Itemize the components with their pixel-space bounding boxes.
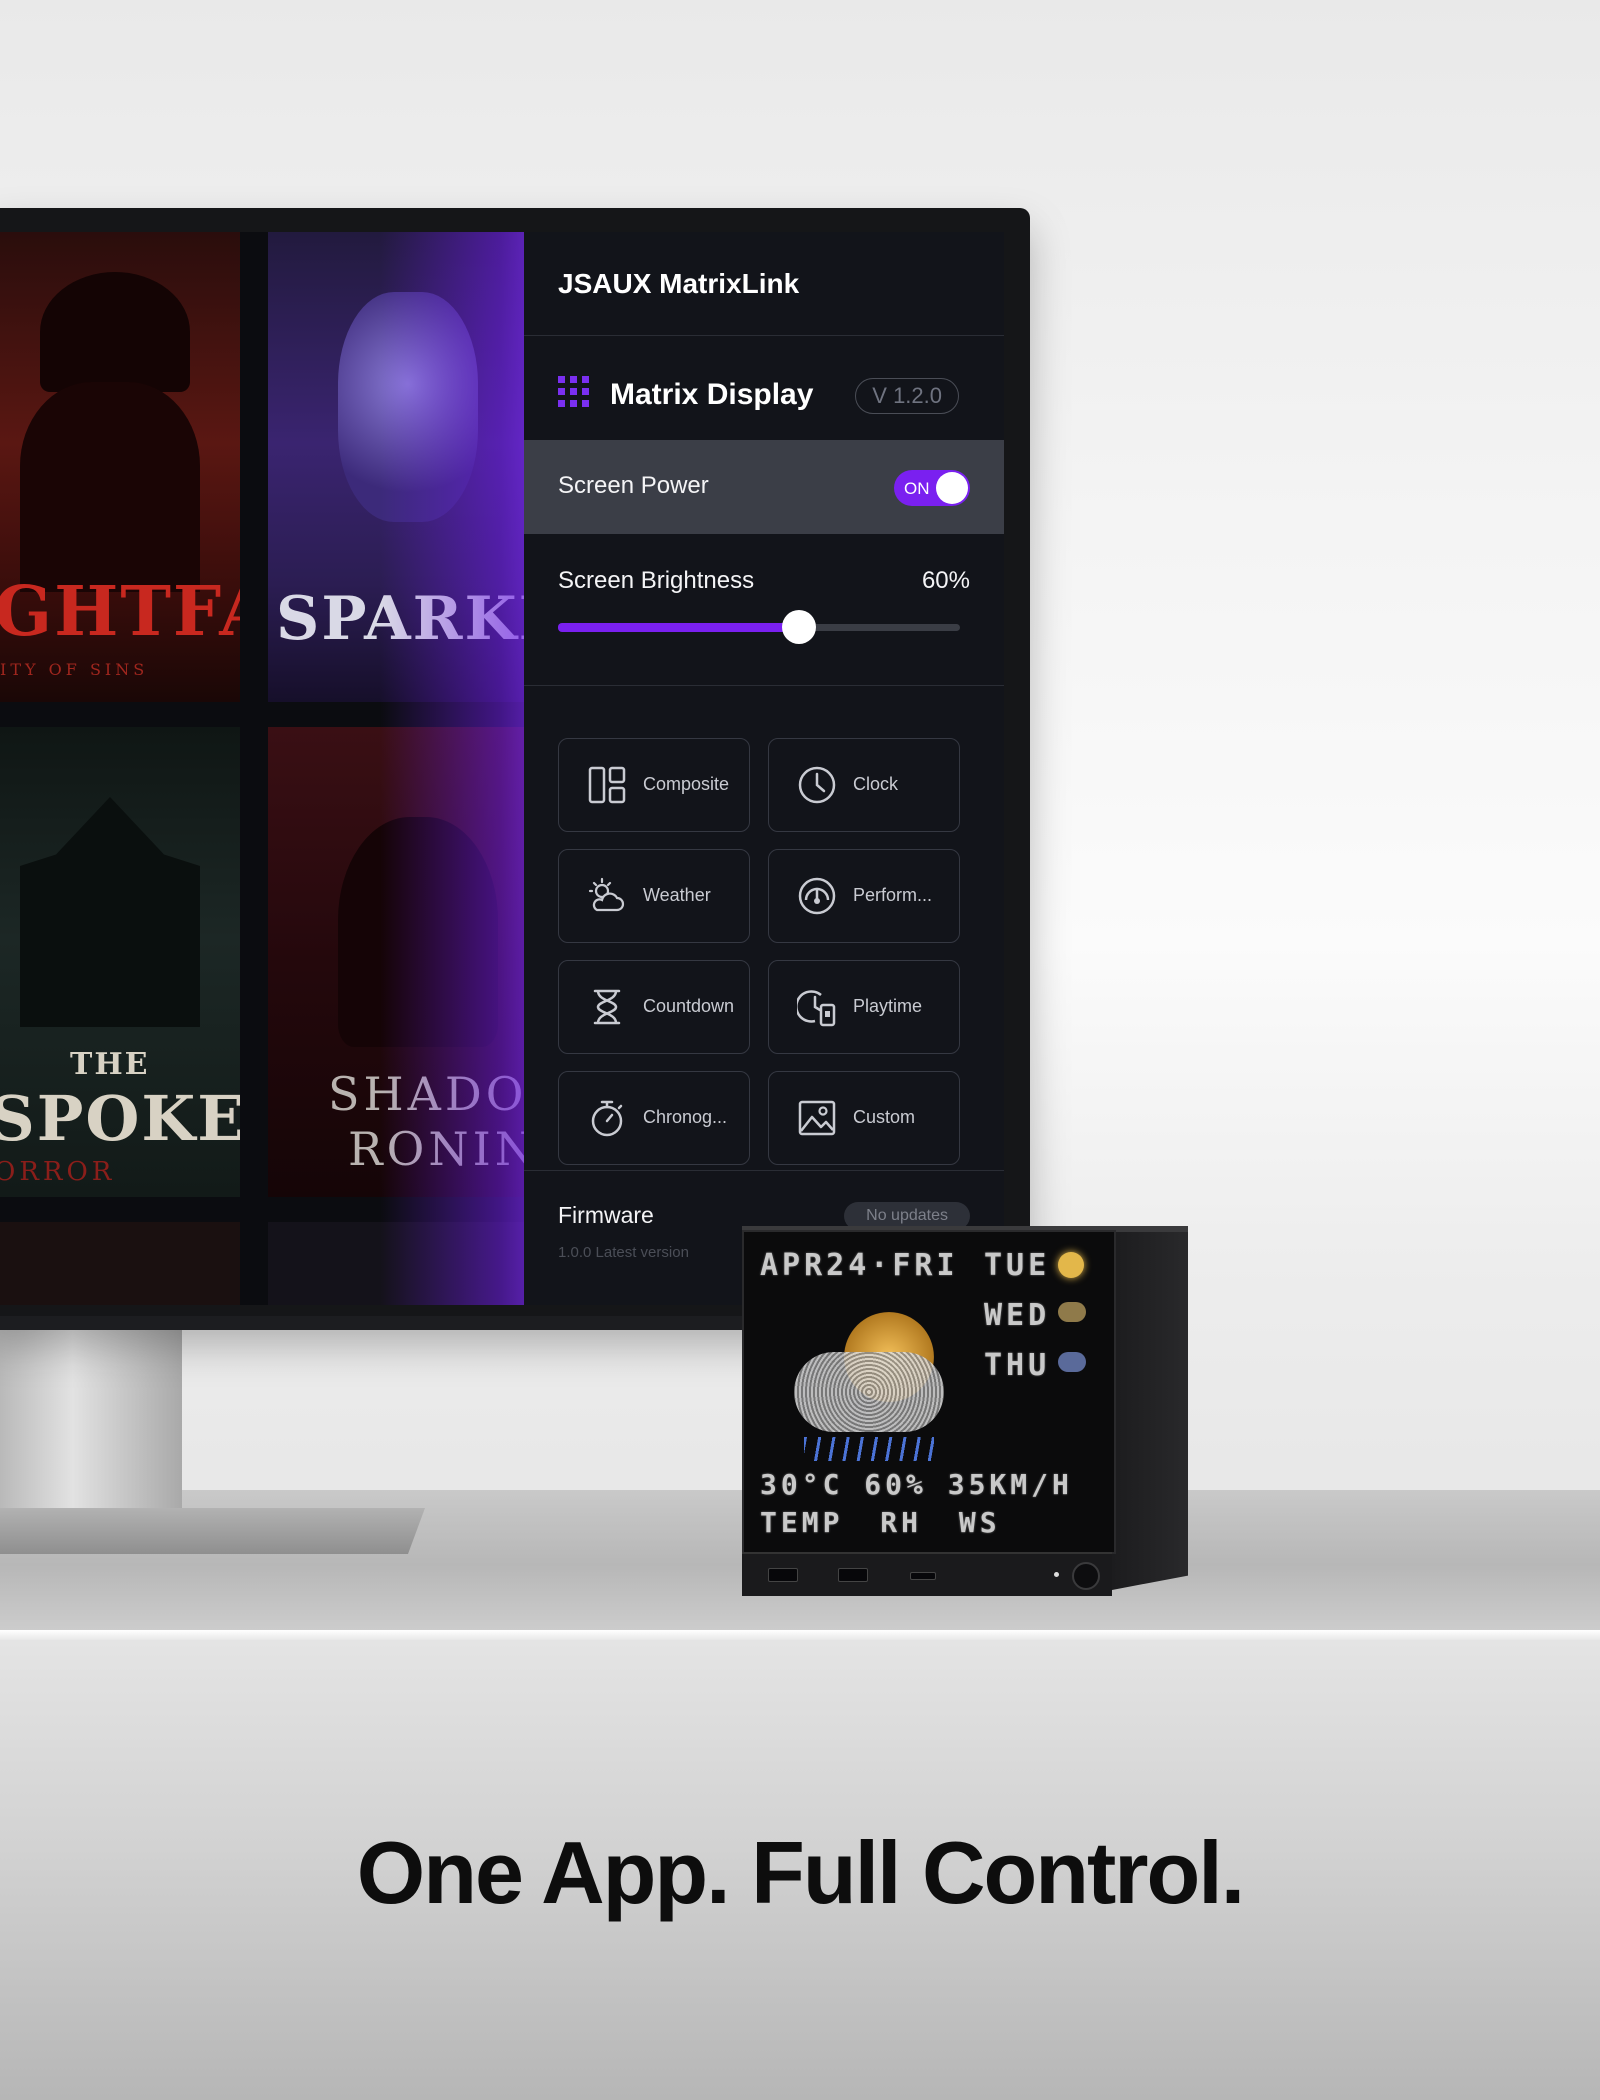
version-badge: V 1.2.0	[855, 378, 959, 414]
widget-chronograph-button[interactable]: Chronog...	[558, 1071, 750, 1165]
matrix-display-device: APR24·FRI TUE WED THU 30°C 60% 35KM/H TE…	[742, 1226, 1188, 1596]
stopwatch-icon	[591, 1100, 623, 1137]
widget-grid: Composite Clock Weather Perform... Count…	[558, 738, 960, 1165]
cloud-forecast-icon	[1058, 1302, 1086, 1322]
game-tile-row3-left[interactable]	[0, 1222, 240, 1305]
game-tile-unspoken[interactable]: THE SPOKEN ORROR	[0, 727, 240, 1197]
usb-port	[768, 1568, 798, 1582]
widget-label: Playtime	[853, 996, 923, 1016]
led-day-1: TUE	[984, 1248, 1051, 1283]
tagline: One App. Full Control.	[356, 1823, 1245, 1922]
led-day-3: THU	[984, 1348, 1051, 1383]
brightness-label: Screen Brightness	[558, 567, 755, 594]
usb-c-port	[910, 1572, 936, 1580]
widget-custom-button[interactable]: Custom	[768, 1071, 960, 1165]
firmware-label: Firmware	[558, 1202, 654, 1228]
widget-label: Composite	[643, 774, 730, 794]
mansion-shape	[20, 797, 200, 1027]
widget-label: Weather	[643, 885, 711, 905]
figure-shape	[20, 382, 200, 592]
toggle-state-label: ON	[904, 479, 930, 498]
game-title-line2: SPOKEN	[0, 1082, 240, 1155]
game-title: THE	[70, 1047, 150, 1082]
slider-thumb[interactable]	[782, 610, 817, 644]
screen-power-row: Screen Power ON	[524, 440, 1004, 534]
widget-countdown-button[interactable]: Countdown	[558, 960, 750, 1054]
monitor-stand-neck	[0, 1330, 182, 1520]
monitor: GHTFALL ITY OF SINS SPARKBOU THE SPOKEN …	[0, 208, 1030, 1326]
matrix-grid-icon	[558, 376, 594, 412]
toggle-knob	[936, 472, 968, 504]
hourglass-icon	[593, 989, 621, 1025]
app-title: JSAUX MatrixLink	[558, 268, 800, 299]
widget-label: Custom	[853, 1107, 916, 1127]
device-led-screen: APR24·FRI TUE WED THU 30°C 60% 35KM/H TE…	[742, 1230, 1116, 1554]
widget-performance-button[interactable]: Perform...	[768, 849, 960, 943]
widget-label: Clock	[853, 774, 899, 794]
screen-power-toggle[interactable]: ON	[894, 470, 970, 506]
widget-playtime-button[interactable]: Playtime	[768, 960, 960, 1054]
desk-edge	[0, 1630, 1600, 1640]
widget-weather-button[interactable]: Weather	[558, 849, 750, 943]
game-title: GHTFALL	[0, 572, 240, 652]
weather-icon	[588, 877, 625, 912]
slider-fill	[558, 623, 800, 632]
image-icon	[798, 1100, 836, 1136]
matrixlink-app-panel: JSAUX MatrixLink Matrix Display V 1.2.0 …	[524, 232, 1004, 1305]
performance-icon	[798, 877, 836, 915]
monitor-screen: GHTFALL ITY OF SINS SPARKBOU THE SPOKEN …	[0, 232, 1004, 1305]
device-header: Matrix Display V 1.2.0	[558, 368, 959, 418]
firmware-version: 1.0.0 Latest version	[558, 1244, 689, 1261]
composite-icon	[588, 766, 626, 804]
power-knob	[1072, 1562, 1100, 1590]
widget-clock-button[interactable]: Clock	[768, 738, 960, 832]
led-stats: 30°C 60% 35KM/H	[760, 1468, 1073, 1501]
divider	[524, 335, 1004, 336]
sun-forecast-icon	[1058, 1252, 1084, 1278]
weather-rain-graphic	[804, 1437, 934, 1461]
game-subtitle: ORROR	[0, 1157, 116, 1187]
figure-hat-shape	[40, 272, 190, 392]
usb-port	[838, 1568, 868, 1582]
weather-cloud-graphic	[794, 1352, 944, 1432]
status-led	[1054, 1572, 1059, 1577]
brightness-slider[interactable]	[558, 610, 960, 644]
widget-label: Perform...	[853, 885, 933, 905]
divider	[524, 1170, 1004, 1171]
widget-label: Chronog...	[643, 1107, 728, 1127]
monitor-stand-base	[0, 1508, 425, 1554]
device-base	[742, 1552, 1112, 1596]
rain-forecast-icon	[1058, 1352, 1086, 1372]
playtime-icon	[797, 990, 836, 1027]
clock-icon	[798, 766, 836, 804]
led-day-2: WED	[984, 1298, 1051, 1333]
brightness-value: 60%	[921, 567, 970, 594]
panel-glow	[380, 232, 530, 1305]
widget-label: Countdown	[643, 996, 735, 1016]
led-date: APR24·FRI	[760, 1248, 959, 1283]
divider	[524, 685, 1004, 686]
widget-composite-button[interactable]: Composite	[558, 738, 750, 832]
device-side	[1112, 1230, 1188, 1590]
device-name: Matrix Display	[610, 378, 814, 411]
led-stat-labels: TEMP RH WS	[760, 1506, 1001, 1539]
game-tile-nightfall[interactable]: GHTFALL ITY OF SINS	[0, 232, 240, 702]
screen-power-label: Screen Power	[558, 472, 709, 499]
game-subtitle: ITY OF SINS	[0, 660, 149, 679]
